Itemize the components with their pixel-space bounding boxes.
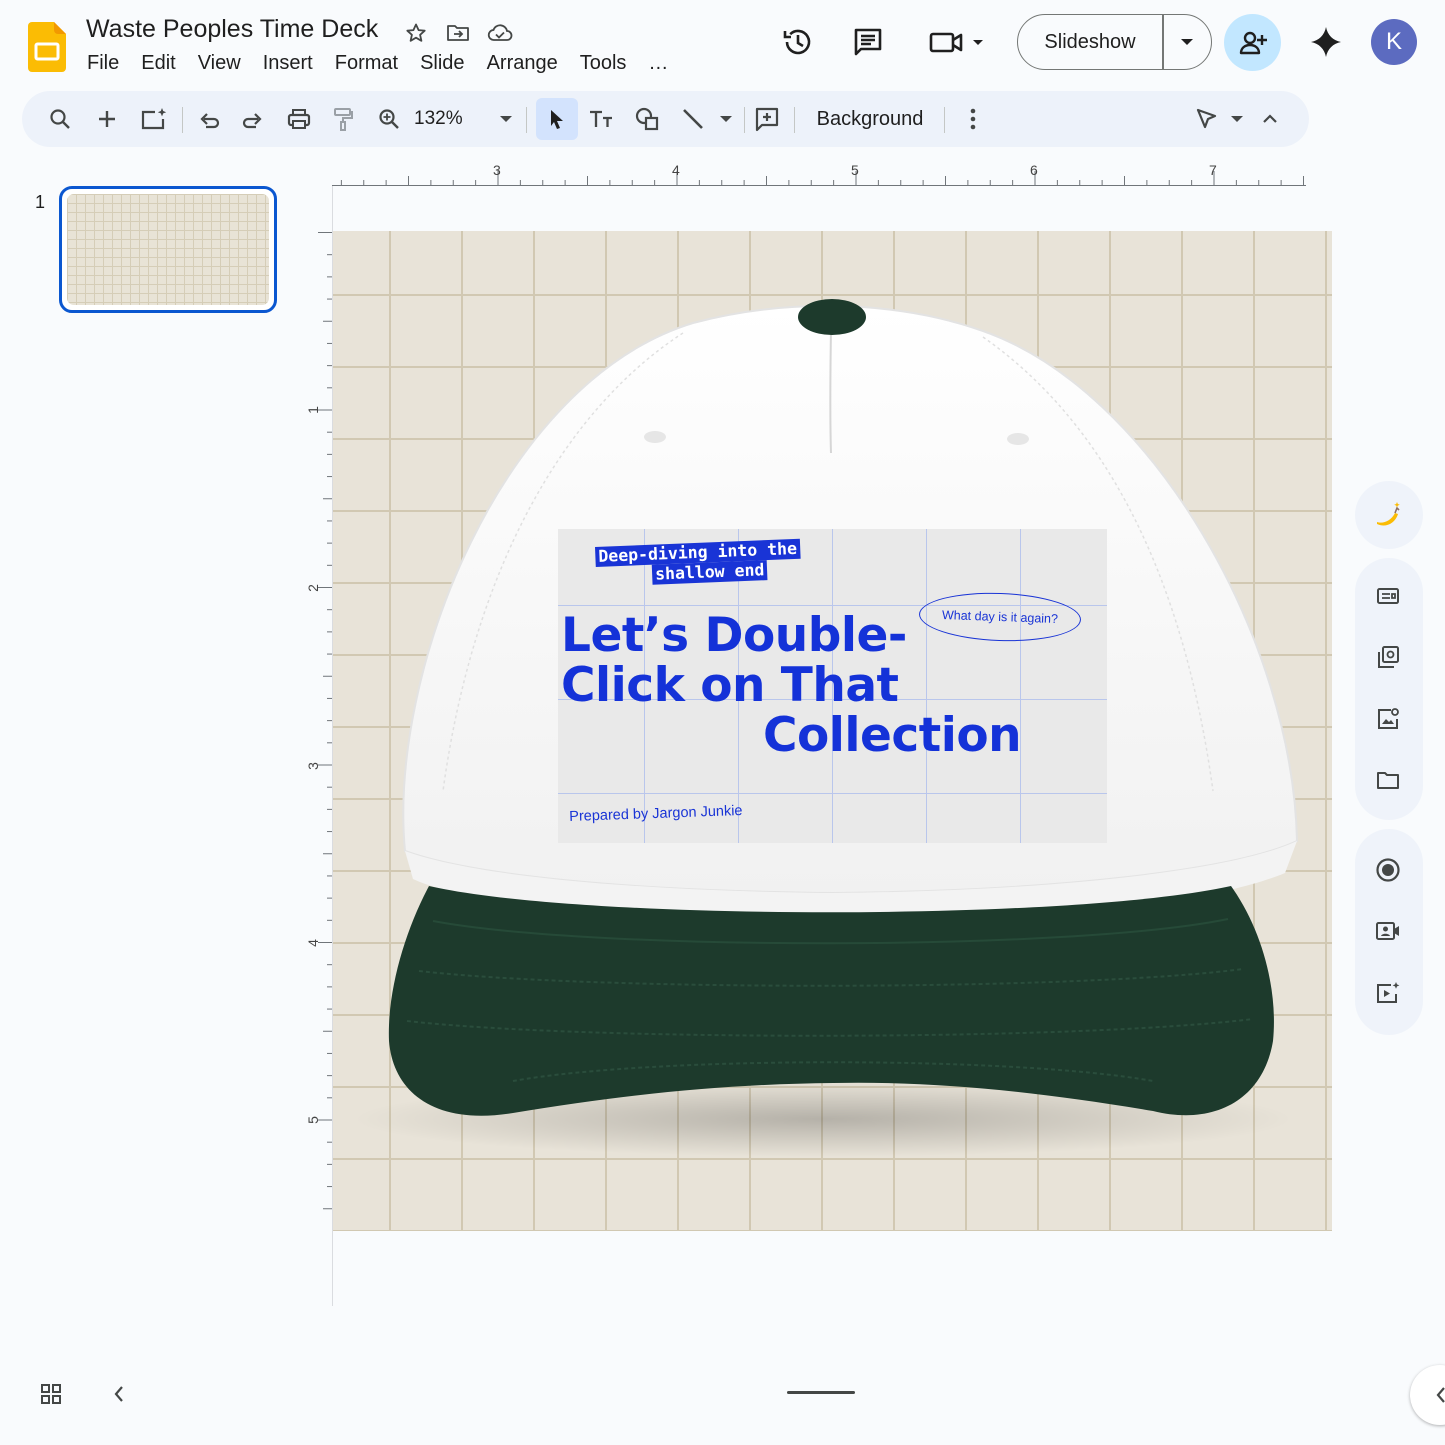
left-ruler[interactable]: 1 2 3 4 5	[305, 230, 333, 1232]
copy-icon[interactable]	[1366, 635, 1410, 679]
ruler-label: 7	[1209, 162, 1217, 178]
search-icon[interactable]	[44, 91, 76, 147]
more-icon[interactable]	[960, 91, 986, 147]
shapes-icon[interactable]	[632, 91, 662, 147]
banana-icon[interactable]	[1366, 493, 1410, 537]
background-label[interactable]: Background	[817, 108, 924, 131]
headline-line-3: Collection	[763, 708, 1022, 763]
star-icon[interactable]	[402, 20, 430, 46]
textbox-icon[interactable]	[586, 91, 616, 147]
meet-icon[interactable]	[926, 20, 992, 64]
image-icon[interactable]	[1366, 697, 1410, 741]
new-slide-icon[interactable]	[136, 91, 172, 147]
grid-view-icon[interactable]	[36, 1379, 66, 1409]
toolbar-divider	[944, 107, 945, 133]
avatar[interactable]: K	[1371, 19, 1417, 65]
slides-panel-icon[interactable]	[1366, 574, 1410, 618]
collapse-up-icon[interactable]	[1258, 91, 1282, 147]
tagline: Deep-diving into the shallow end	[595, 538, 801, 587]
camera-icon[interactable]	[1366, 909, 1410, 953]
ruler-label: 3	[304, 762, 321, 770]
menu-more[interactable]: …	[637, 50, 679, 77]
print-icon[interactable]	[284, 91, 314, 147]
cloud-icon[interactable]	[486, 20, 514, 46]
slide-number: 1	[35, 192, 46, 212]
toolbar-divider	[744, 107, 745, 133]
slideshow-label[interactable]: Slideshow	[1018, 31, 1162, 54]
slideshow-button[interactable]: Slideshow	[1017, 14, 1212, 70]
toolbar-divider	[794, 107, 795, 133]
comment-add-icon[interactable]	[752, 91, 782, 147]
chevron-left-icon[interactable]	[106, 1379, 132, 1409]
slides-logo[interactable]	[28, 22, 66, 72]
document-title[interactable]: Waste Peoples Time Deck	[86, 15, 378, 44]
folder-icon[interactable]	[1366, 758, 1410, 802]
menu-slide[interactable]: Slide	[409, 50, 475, 77]
move-folder-icon[interactable]	[444, 20, 472, 46]
dropdown-icon[interactable]	[1228, 91, 1246, 147]
chevron-left-icon[interactable]	[1410, 1365, 1445, 1425]
slide-thumbnail[interactable]	[59, 186, 277, 313]
thumbnail-preview	[67, 194, 269, 305]
zoom-select[interactable]: 132%	[414, 91, 484, 147]
record-icon[interactable]	[1366, 848, 1410, 892]
pen-icon[interactable]	[1192, 91, 1222, 147]
dropdown-icon[interactable]	[716, 91, 736, 147]
plus-icon[interactable]	[92, 91, 122, 147]
menu-file[interactable]: File	[76, 50, 130, 77]
menu-edit[interactable]: Edit	[130, 50, 186, 77]
menu-insert[interactable]: Insert	[252, 50, 324, 77]
menu-tools[interactable]: Tools	[569, 50, 638, 77]
ruler-label: 3	[493, 162, 501, 178]
headline-line-2: Click on That	[561, 658, 899, 713]
dropdown-icon[interactable]	[496, 91, 516, 147]
ruler-label: 4	[304, 939, 321, 947]
gemini-icon[interactable]	[1304, 20, 1348, 64]
ruler-label: 5	[851, 162, 859, 178]
zoom-icon[interactable]	[374, 91, 404, 147]
ruler-label: 4	[672, 162, 680, 178]
ruler-label: 6	[1030, 162, 1038, 178]
toolbar: 132% Background	[22, 91, 1309, 147]
top-ruler[interactable]: 3 4 5 6 7	[332, 160, 1308, 188]
bubble-text: What day is it again?	[941, 607, 1059, 627]
menu-view[interactable]: View	[187, 50, 252, 77]
notes-resize-handle[interactable]	[787, 1391, 855, 1394]
dropdown-icon[interactable]	[1164, 15, 1212, 69]
toolbar-divider	[182, 107, 183, 133]
add-person-icon[interactable]	[1224, 14, 1281, 71]
menu-format[interactable]: Format	[324, 50, 409, 77]
select-icon[interactable]	[536, 98, 578, 140]
zoom-value[interactable]: 132%	[414, 108, 463, 130]
undo-icon[interactable]	[194, 91, 224, 147]
redo-icon[interactable]	[238, 91, 268, 147]
line-icon[interactable]	[678, 91, 708, 147]
menu-arrange[interactable]: Arrange	[476, 50, 569, 77]
ruler-label: 2	[304, 584, 321, 592]
ruler-label: 5	[304, 1116, 321, 1124]
background-button[interactable]: Background	[808, 91, 932, 147]
paint-format-icon[interactable]	[328, 91, 358, 147]
menu-bar: File Edit View Insert Format Slide Arran…	[76, 50, 679, 77]
ruler-label: 1	[304, 406, 321, 414]
slide-canvas[interactable]: Deep-diving into the shallow end Let’s D…	[333, 231, 1332, 1231]
toolbar-divider	[526, 107, 527, 133]
comment-icon[interactable]	[846, 20, 890, 64]
history-icon[interactable]	[776, 20, 820, 64]
video-add-icon[interactable]	[1366, 971, 1410, 1015]
